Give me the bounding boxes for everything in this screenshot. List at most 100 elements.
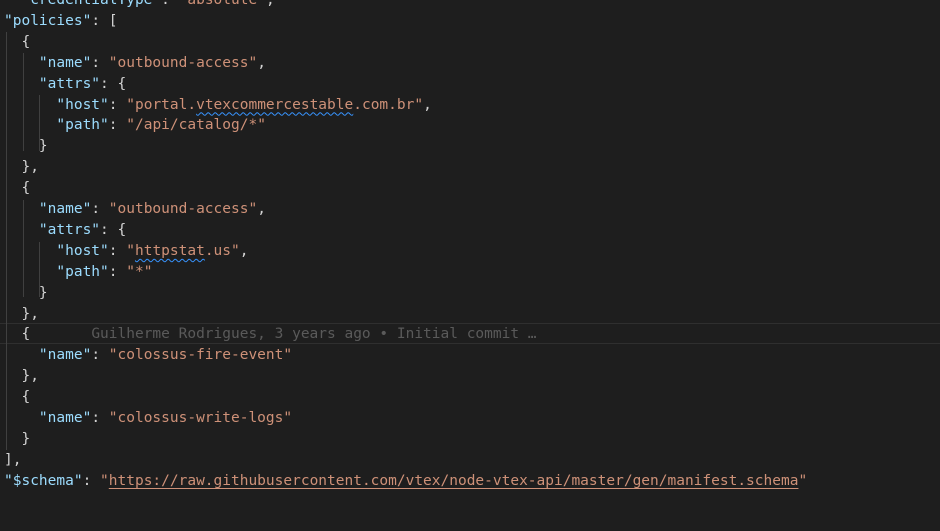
json-string-value: .com.br": [353, 96, 424, 113]
code-line[interactable]: "attrs": {: [4, 74, 126, 95]
code-line[interactable]: {: [4, 178, 30, 199]
json-string-value: ": [100, 472, 109, 489]
json-string-value: ": [798, 472, 808, 489]
code-punctuation: ,: [423, 96, 432, 113]
git-blame-annotation: Guilherme Rodrigues, 3 years ago • Initi…: [91, 326, 537, 343]
json-key: "attrs": [38, 75, 101, 92]
json-string-value: .us": [204, 242, 240, 259]
json-colon: :: [108, 242, 127, 259]
json-key: "name": [38, 54, 92, 71]
json-string-value: "*": [126, 263, 153, 280]
json-key: "name": [38, 410, 92, 426]
code-line[interactable]: "host": "portal.vtexcommercestable.com.b…: [4, 95, 432, 116]
blame-gap: [30, 326, 91, 342]
json-colon: :: [161, 0, 179, 8]
json-key: "host": [56, 96, 109, 113]
code-line[interactable]: "path": "/api/catalog/*": [4, 115, 266, 136]
json-key: "attrs": [38, 221, 101, 238]
json-key: "path": [56, 117, 109, 134]
code-line[interactable]: "policies": [: [4, 11, 118, 32]
json-string-value: ": [126, 242, 135, 259]
code-line[interactable]: { Guilherme Rodrigues, 3 years ago • Ini…: [4, 324, 537, 345]
code-punctuation: ,: [239, 242, 249, 259]
json-key: "host": [56, 242, 109, 259]
code-line[interactable]: },: [4, 304, 39, 325]
spelling-warning-text: vtexcommercestable: [196, 96, 354, 113]
code-punctuation: {: [21, 326, 31, 343]
json-colon: :: [91, 347, 109, 364]
json-key: "name": [38, 347, 92, 364]
code-punctuation: : [: [91, 12, 118, 29]
code-line[interactable]: "path": "*": [4, 262, 152, 283]
json-colon: :: [108, 117, 127, 134]
json-colon: :: [108, 96, 127, 113]
code-line[interactable]: {: [4, 32, 30, 53]
json-key: "policies": [4, 12, 92, 29]
json-colon: :: [91, 201, 109, 217]
code-line[interactable]: "name": "outbound-access",: [4, 53, 266, 74]
code-line[interactable]: "host": "httpstat.us",: [4, 241, 248, 262]
json-string-value: "outbound-access": [108, 201, 258, 217]
code-line[interactable]: },: [4, 157, 39, 178]
code-punctuation: : {: [100, 221, 127, 238]
json-string-value: "outbound-access": [108, 54, 258, 71]
code-punctuation: ],: [4, 451, 22, 468]
code-line[interactable]: }: [4, 283, 48, 304]
json-colon: :: [91, 410, 109, 426]
code-line[interactable]: "$schema": "https://raw.githubuserconten…: [4, 471, 807, 492]
code-line[interactable]: ],: [4, 450, 21, 471]
code-punctuation: ,: [257, 54, 266, 71]
code-punctuation: },: [21, 305, 39, 322]
json-string-value: "portal.: [126, 96, 197, 113]
json-key: "path": [56, 263, 109, 280]
code-punctuation: ,: [265, 0, 275, 8]
json-colon: :: [91, 54, 109, 71]
json-key: "$schema": [4, 472, 83, 489]
code-punctuation: }: [21, 430, 31, 447]
code-line[interactable]: "name": "outbound-access",: [4, 199, 266, 220]
code-line[interactable]: }: [4, 429, 30, 450]
json-colon: :: [82, 472, 101, 489]
json-key: "credentialType": [21, 0, 162, 8]
code-line[interactable]: "name": "colossus-write-logs": [4, 408, 292, 429]
code-punctuation: }: [38, 138, 48, 155]
code-punctuation: }: [38, 284, 48, 301]
code-line[interactable]: },: [4, 366, 39, 387]
json-string-value: "absolute": [178, 0, 266, 8]
code-line[interactable]: {: [4, 387, 30, 408]
code-punctuation: ,: [257, 201, 266, 217]
json-string-value: "/api/catalog/*": [126, 117, 266, 134]
schema-link[interactable]: https://raw.githubusercontent.com/vtex/n…: [109, 473, 799, 489]
json-string-value: "colossus-fire-event": [108, 347, 293, 364]
json-string-value: "colossus-write-logs": [108, 410, 293, 426]
code-punctuation: },: [21, 159, 39, 176]
code-punctuation: },: [21, 368, 39, 385]
code-line[interactable]: }: [4, 136, 48, 157]
json-colon: :: [108, 263, 127, 280]
spelling-warning-text: httpstat: [134, 242, 205, 259]
code-line[interactable]: "name": "colossus-fire-event": [4, 345, 292, 366]
code-punctuation: {: [21, 33, 31, 50]
code-punctuation: : {: [100, 75, 127, 92]
code-editor[interactable]: "credentialType": "absolute", "policies":…: [0, 0, 940, 531]
code-line[interactable]: "credentialType": "absolute",: [4, 0, 275, 11]
code-line[interactable]: "attrs": {: [4, 220, 126, 241]
